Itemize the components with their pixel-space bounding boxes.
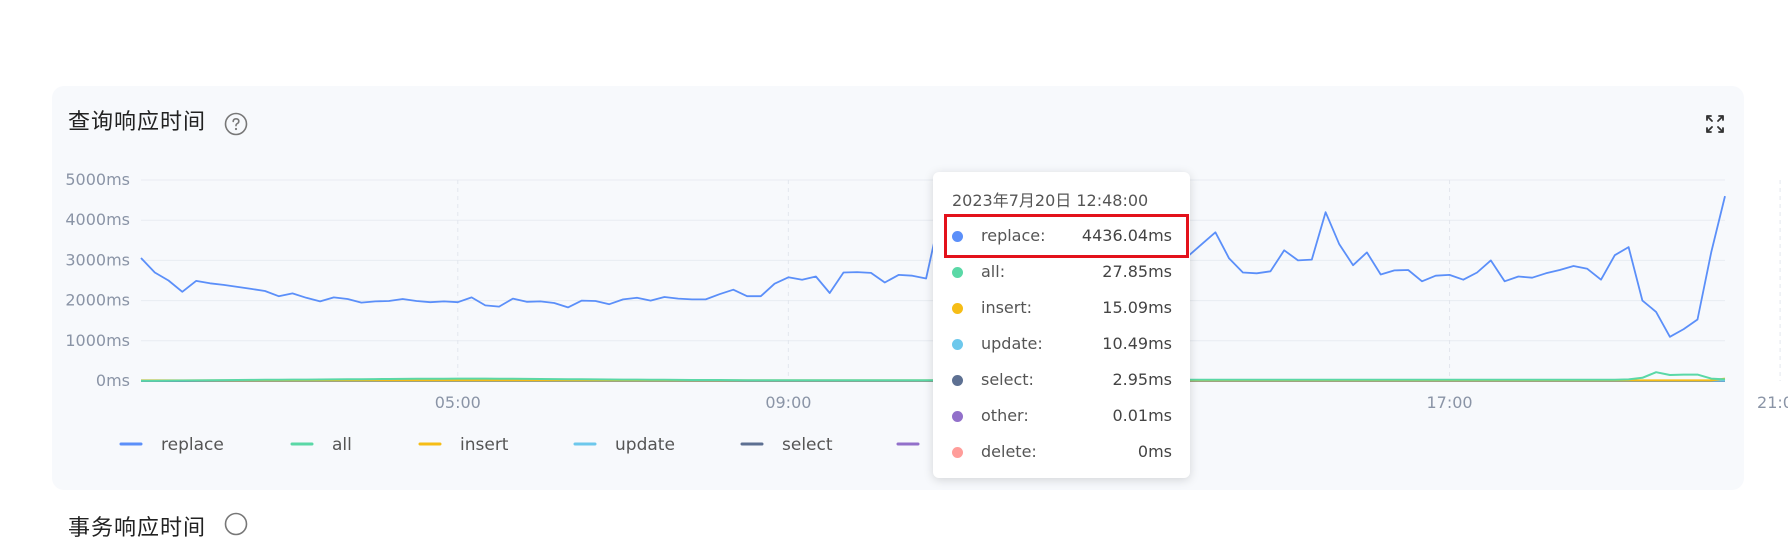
tooltip-row: other: 0.01ms <box>933 398 1190 434</box>
y-tick-label: 5000ms <box>65 170 130 189</box>
tooltip-row: delete: 0ms <box>933 434 1190 470</box>
legend-item-select[interactable]: select <box>782 435 833 455</box>
tooltip-series-name: other: <box>981 406 1029 425</box>
question-circle-icon[interactable] <box>224 512 248 536</box>
y-tick-label: 2000ms <box>65 291 130 310</box>
x-tick-label: 05:00 <box>435 393 481 412</box>
y-tick-label: 3000ms <box>65 250 130 269</box>
legend-item-insert[interactable]: insert <box>460 435 509 455</box>
x-tick-label: 17:00 <box>1426 393 1472 412</box>
tooltip-row: all: 27.85ms <box>933 254 1190 290</box>
series-color-dot <box>952 375 963 386</box>
series-color-dot <box>952 267 963 278</box>
next-panel-title: 事务响应时间 <box>68 516 207 541</box>
tooltip-timestamp: 2023年7月20日 12:48:00 <box>952 191 1149 210</box>
tooltip-series-value: 27.85ms <box>1102 262 1172 281</box>
legend-item-all[interactable]: all <box>332 435 352 455</box>
tooltip-series-value: 10.49ms <box>1102 334 1172 353</box>
legend-item-update[interactable]: update <box>615 435 675 455</box>
series-color-dot <box>952 339 963 350</box>
tooltip-row: insert: 15.09ms <box>933 290 1190 326</box>
tooltip-series-value: 15.09ms <box>1102 298 1172 317</box>
tooltip-series-name: delete: <box>981 442 1037 461</box>
series-color-dot <box>952 411 963 422</box>
response-time-chart[interactable]: 0ms 1000ms 2000ms 3000ms 4000ms 5000ms 05:00 09… <box>0 0 1788 524</box>
tooltip-series-name: all: <box>981 262 1006 281</box>
y-tick-label: 4000ms <box>65 210 130 229</box>
tooltip-row: select: 2.95ms <box>933 362 1190 398</box>
tooltip-series-name: insert: <box>981 298 1033 317</box>
tooltip-series-value: 0.01ms <box>1112 406 1172 425</box>
tooltip-series-name: update: <box>981 334 1043 353</box>
tooltip-series-value: 2.95ms <box>1112 370 1172 389</box>
series-color-dot <box>952 447 963 458</box>
series-color-dot <box>952 303 963 314</box>
highlight-box <box>944 214 1189 258</box>
tooltip-row: update: 10.49ms <box>933 326 1190 362</box>
y-tick-label: 0ms <box>96 371 130 390</box>
x-tick-label: 21:00 <box>1757 393 1788 412</box>
tooltip-series-name: select: <box>981 370 1034 389</box>
x-tick-label: 09:00 <box>765 393 811 412</box>
tooltip-series-value: 0ms <box>1137 442 1172 461</box>
y-tick-label: 1000ms <box>65 331 130 350</box>
legend-item-replace[interactable]: replace <box>161 435 224 455</box>
chart-tooltip: 2023年7月20日 12:48:00 replace: 4436.04ms all… <box>933 172 1190 478</box>
